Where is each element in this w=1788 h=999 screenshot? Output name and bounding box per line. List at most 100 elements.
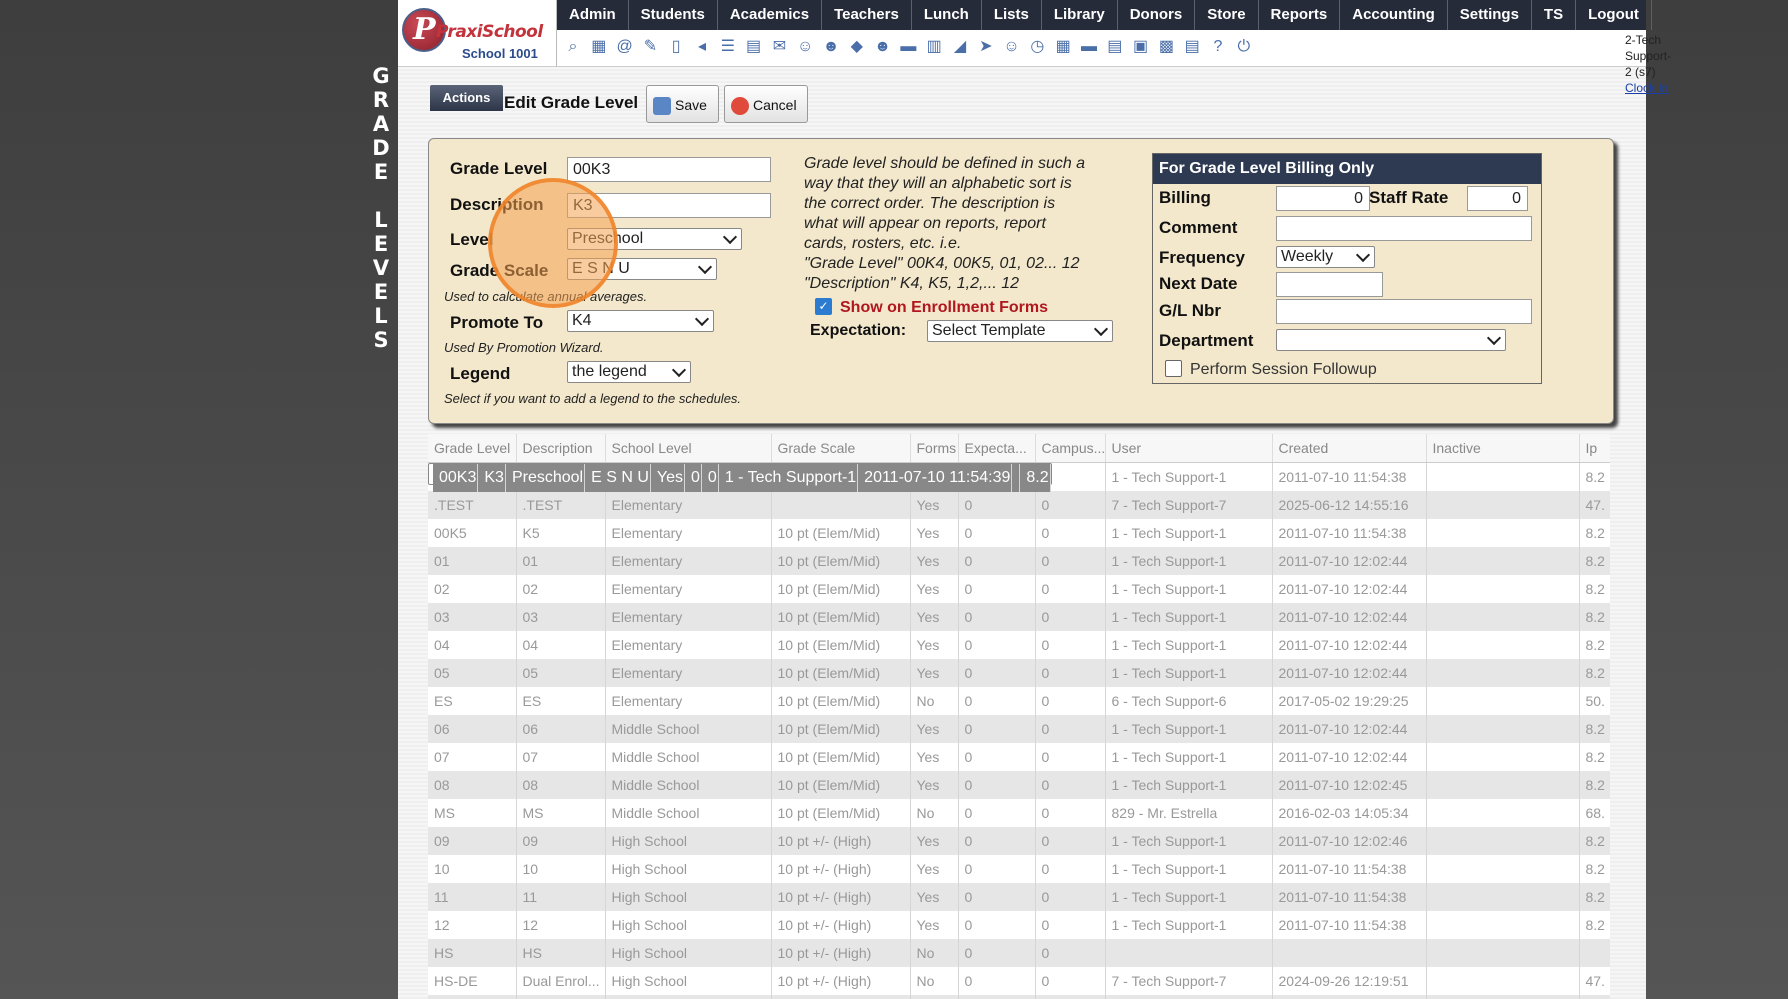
table-row[interactable]: .TEST .TEST Elementary Yes 0 0 7 - Tech Suppor… [428, 491, 1610, 519]
legend-select[interactable]: the legend [567, 361, 691, 383]
ap-icon[interactable]: ▣ [1131, 37, 1151, 57]
table-row[interactable]: ES ES Elementary 10 pt (Elem/Mid) No 0 0 6 - Te… [428, 687, 1610, 715]
table-row[interactable]: 11 11 High School 10 pt +/- (High) Yes 0 0 1 - … [428, 883, 1610, 911]
comment-input[interactable] [1276, 216, 1532, 241]
table-cell: MS [428, 799, 517, 827]
grade-level-input[interactable]: 00K3 [567, 157, 771, 182]
column-header[interactable]: Forms [910, 434, 959, 463]
column-header[interactable]: Created [1272, 434, 1427, 463]
nav-item-academics[interactable]: Academics [718, 0, 823, 30]
column-header[interactable]: Grade Scale [771, 434, 911, 463]
column-header[interactable]: Description [516, 434, 606, 463]
column-header[interactable]: Expecta... [958, 434, 1036, 463]
table-row[interactable]: XCXCCollege10 pt +/- (High)No00 [428, 995, 1610, 999]
book-icon[interactable]: ▥ [924, 37, 944, 57]
nav-item-store[interactable]: Store [1195, 0, 1259, 30]
column-header[interactable]: Campus... [1035, 434, 1106, 463]
pdf-icon[interactable]: ▩ [1156, 37, 1176, 57]
search-icon[interactable]: ⌕ [563, 37, 583, 57]
table-cell: HS-DE [428, 967, 517, 995]
card-icon[interactable]: ▬ [898, 37, 918, 57]
table-cell: Preschool [505, 464, 586, 492]
table-row[interactable]: 05 05 Elementary 10 pt (Elem/Mid) Yes 0 0 1 - T… [428, 659, 1610, 687]
table-cell: 10 pt (Elem/Mid) [771, 771, 911, 799]
column-header[interactable]: Grade Level [428, 434, 517, 463]
table-row[interactable]: 09 09 High School 10 pt +/- (High) Yes 0 0 1 - … [428, 827, 1610, 855]
user-icon[interactable]: ☺ [795, 37, 815, 57]
table-row[interactable]: 00K3 K3 Preschool E S N U Yes 0 0 1 - Tech Supp… [428, 463, 1052, 492]
table-cell: 50. [1579, 687, 1610, 715]
nav-item-students[interactable]: Students [629, 0, 718, 30]
nav-item-lists[interactable]: Lists [982, 0, 1042, 30]
table-row[interactable]: 01 01 Elementary 10 pt (Elem/Mid) Yes 0 0 1 - T… [428, 547, 1610, 575]
person-icon[interactable]: ☺ [1002, 37, 1022, 57]
cancel-label: Cancel [753, 97, 797, 113]
table-cell: Elementary [605, 603, 772, 631]
nav-item-library[interactable]: Library [1042, 0, 1118, 30]
power-icon[interactable]: ⏻ [1234, 37, 1254, 57]
perform-session-followup-checkbox[interactable] [1165, 360, 1182, 377]
nav-item-logout[interactable]: Logout [1576, 0, 1652, 30]
table-row[interactable]: 10 10 High School 10 pt +/- (High) Yes 0 0 1 - … [428, 855, 1610, 883]
save-button[interactable]: Save [646, 85, 719, 123]
megaphone-icon[interactable]: ✉ [769, 37, 789, 57]
column-header[interactable]: Inactive [1426, 434, 1580, 463]
billing-input[interactable]: 0 [1276, 186, 1370, 211]
note-line: way that they will an alphabetic sort is [804, 175, 1072, 192]
calendar-grid-icon[interactable]: ▦ [589, 37, 609, 57]
nav-item-settings[interactable]: Settings [1448, 0, 1532, 30]
speaker-icon[interactable]: ◂ [692, 37, 712, 57]
table-cell: High School [605, 855, 772, 883]
print-icon[interactable]: ▤ [1182, 37, 1202, 57]
table-row[interactable]: 04 04 Elementary 10 pt (Elem/Mid) Yes 0 0 1 - T… [428, 631, 1610, 659]
table-row[interactable]: 02 02 Elementary 10 pt (Elem/Mid) Yes 0 0 1 - T… [428, 575, 1610, 603]
department-select[interactable] [1276, 329, 1506, 351]
table-row[interactable]: 00K5 K5 Elementary 10 pt (Elem/Mid) Yes 0 0 1 -… [428, 519, 1610, 547]
clock-in-link[interactable]: Clock In [1625, 80, 1671, 96]
column-header[interactable]: Ip [1579, 434, 1610, 463]
table-row[interactable]: 08 08 Middle School 10 pt (Elem/Mid) Yes 0 0 1 … [428, 771, 1610, 799]
nav-item-lunch[interactable]: Lunch [912, 0, 982, 30]
clock-icon[interactable]: ◷ [1027, 37, 1047, 57]
teacher-icon[interactable]: ☻ [821, 37, 841, 57]
next-date-input[interactable] [1276, 272, 1383, 297]
table-row[interactable]: 03 03 Elementary 10 pt (Elem/Mid) Yes 0 0 1 - T… [428, 603, 1610, 631]
staff-rate-input[interactable]: 0 [1467, 186, 1528, 211]
gl-nbr-input[interactable] [1276, 299, 1532, 324]
table-cell: 2011-07-10 12:02:44 [1272, 575, 1427, 603]
spreadsheet-icon[interactable]: ▦ [1053, 37, 1073, 57]
nav-item-ts[interactable]: TS [1532, 0, 1577, 30]
promote-to-select[interactable]: K4 [567, 310, 714, 332]
table-row[interactable]: HS-DE Dual Enrol... High School 10 pt +/- (… [428, 967, 1610, 995]
table-row[interactable]: 06 06 Middle School 10 pt (Elem/Mid) Yes 0 0 1 … [428, 715, 1610, 743]
list-icon[interactable]: ☰ [718, 37, 738, 57]
export-icon[interactable]: ➤ [976, 37, 996, 57]
group-icon[interactable]: ☻ [873, 37, 893, 57]
column-header[interactable]: School Level [605, 434, 772, 463]
show-on-enrollment-checkbox[interactable]: ✓ [815, 298, 832, 315]
table-row[interactable]: 12 12 High School 10 pt +/- (High) Yes 0 0 1 - … [428, 911, 1610, 939]
table-row[interactable]: MS MS Middle School 10 pt (Elem/Mid) No 0 0 829… [428, 799, 1610, 827]
help-icon[interactable]: ? [1208, 37, 1228, 57]
table-row[interactable]: 07 07 Middle School 10 pt (Elem/Mid) Yes 0 0 1 … [428, 743, 1610, 771]
cancel-button[interactable]: Cancel [724, 85, 808, 123]
money-icon[interactable]: ▬ [1079, 37, 1099, 57]
phone-icon[interactable]: ▯ [666, 37, 686, 57]
email-icon[interactable]: @ [615, 37, 635, 57]
chat-icon[interactable]: ✎ [640, 37, 660, 57]
pencil-icon[interactable]: ◢ [950, 37, 970, 57]
frequency-select[interactable]: Weekly [1276, 246, 1375, 268]
ticket-icon[interactable]: ◆ [847, 37, 867, 57]
calendar-icon[interactable]: ▤ [744, 37, 764, 57]
nav-item-teachers[interactable]: Teachers [822, 0, 912, 30]
printer-icon[interactable]: ▤ [1105, 37, 1125, 57]
actions-tab[interactable]: Actions [430, 85, 503, 111]
nav-item-admin[interactable]: Admin [557, 0, 629, 30]
praxischool-logo[interactable]: P PraxiSchool School 1001 [398, 0, 557, 67]
nav-item-reports[interactable]: Reports [1259, 0, 1341, 30]
expectation-select[interactable]: Select Template [927, 320, 1113, 342]
column-header[interactable]: User [1105, 434, 1273, 463]
nav-item-accounting[interactable]: Accounting [1340, 0, 1448, 30]
table-row[interactable]: HS HS High School 10 pt +/- (High) No 0 0 [428, 939, 1610, 967]
nav-item-donors[interactable]: Donors [1118, 0, 1196, 30]
